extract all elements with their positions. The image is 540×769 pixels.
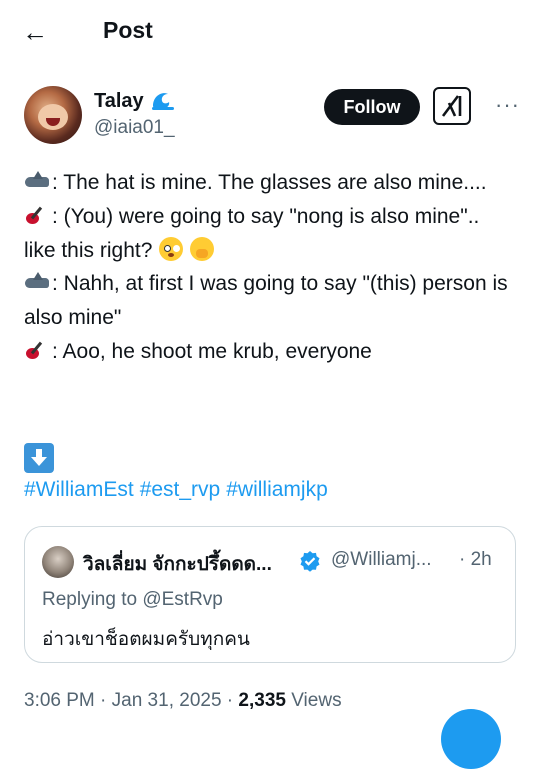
grok-icon[interactable] <box>433 87 471 125</box>
quoted-author-handle: @Williamj... <box>331 549 432 570</box>
views-label: Views <box>285 690 342 711</box>
hashtag-list: #WilliamEst #est_rvp #williamjkp <box>24 478 334 502</box>
flushed-face-icon <box>159 236 184 261</box>
top-bar: ← Post <box>0 0 540 64</box>
post-body: : The hat is mine. The glasses are also … <box>24 166 514 369</box>
hashtag-link[interactable]: #WilliamEst <box>24 478 134 501</box>
post-line-text: : Aoo, he shoot me krub, everyone <box>52 339 372 363</box>
guitar-icon <box>24 204 50 226</box>
author-handle[interactable]: @iaia01_ <box>94 117 175 139</box>
author-avatar[interactable] <box>24 86 82 144</box>
hand-over-mouth-icon <box>190 236 215 261</box>
quoted-avatar[interactable] <box>42 546 74 578</box>
views-count: 2,335 <box>238 690 286 711</box>
hashtag-link[interactable]: #est_rvp <box>140 478 221 501</box>
water-wave-icon <box>152 93 174 110</box>
post-line: : (You) were going to say "nong is also … <box>24 200 514 268</box>
post-line-text: : Nahh, at first I was going to say "(th… <box>24 272 508 330</box>
follow-button[interactable]: Follow <box>324 89 420 125</box>
post-line: : Aoo, he shoot me krub, everyone <box>24 335 514 369</box>
quoted-post[interactable]: วิลเลี่ยม จักกะปรึ้ดดด... @Williamj... ·… <box>24 526 516 663</box>
post-line-text: : The hat is mine. The glasses are also … <box>52 171 487 194</box>
guitar-icon <box>24 339 50 361</box>
post-line: : The hat is mine. The glasses are also … <box>24 166 514 200</box>
post-timestamp[interactable]: 3:06 PM · Jan 31, 2025 · <box>24 690 238 711</box>
more-icon[interactable]: ··· <box>495 92 520 118</box>
arrow-left-icon[interactable]: ← <box>22 18 50 46</box>
post-meta: 3:06 PM · Jan 31, 2025 · 2,335 Views <box>24 690 342 712</box>
page-title: Post <box>103 17 153 43</box>
hashtag-link[interactable]: #williamjkp <box>226 478 328 501</box>
author-name[interactable]: Talay <box>94 90 144 113</box>
shark-icon <box>24 170 50 192</box>
post-line: : Nahh, at first I was going to say "(th… <box>24 267 514 335</box>
verified-badge-icon <box>300 551 320 572</box>
post-line-text: : (You) were going to say "nong is also … <box>24 204 480 262</box>
quoted-timestamp: · 2h <box>459 549 492 570</box>
quoted-author-name: วิลเลี่ยม จักกะปรึ้ดดด... <box>83 554 272 575</box>
shark-icon <box>24 271 50 293</box>
down-arrow-icon <box>24 443 54 473</box>
compose-fab-button[interactable] <box>441 709 501 769</box>
quoted-text: อ่าวเขาช็อตผมครับทุกคน <box>42 629 250 650</box>
replying-to: Replying to @EstRvp <box>42 589 223 610</box>
